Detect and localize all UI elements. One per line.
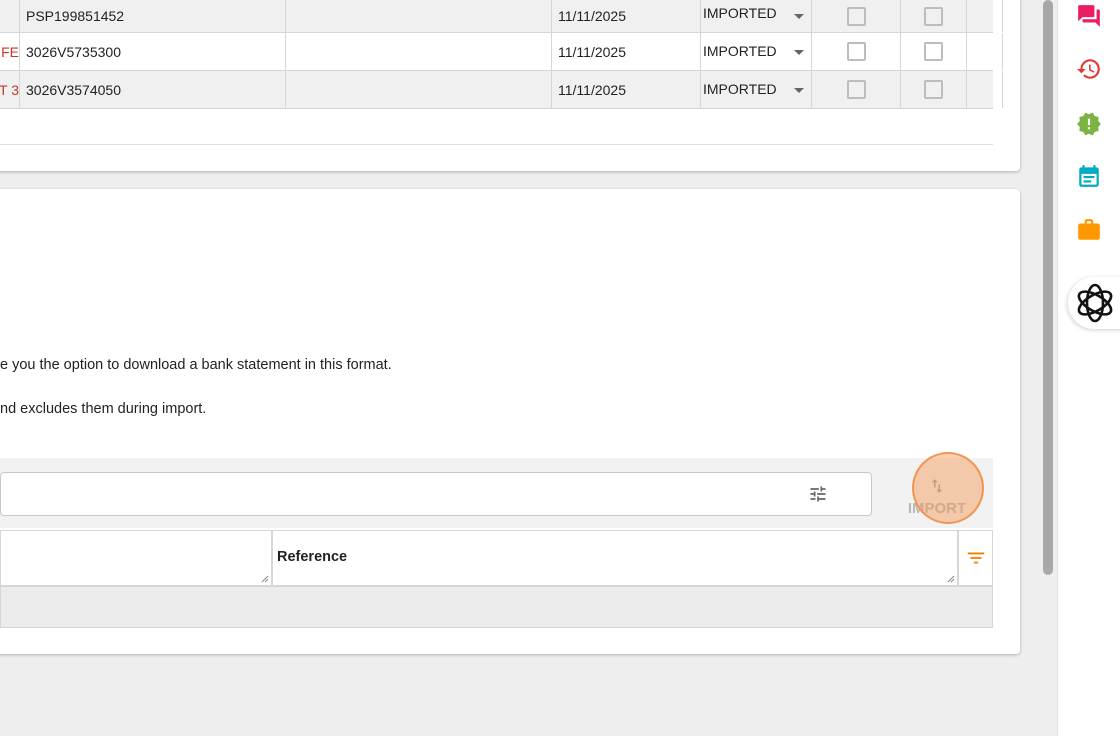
filter-field[interactable] bbox=[0, 530, 272, 586]
info-text: e you the option to download a bank stat… bbox=[0, 357, 392, 373]
row-status-select[interactable]: IMPORTED bbox=[701, 33, 812, 70]
row-status-value: IMPORTED bbox=[703, 5, 777, 21]
row-date: 11/11/2025 bbox=[552, 33, 701, 70]
import-button-label: IMPORT bbox=[907, 499, 967, 517]
import-card: e you the option to download a bank stat… bbox=[0, 189, 1020, 654]
import-button[interactable]: IMPORT bbox=[904, 466, 970, 526]
history-icon[interactable] bbox=[1076, 56, 1102, 82]
resize-handle-icon[interactable] bbox=[261, 575, 269, 583]
calendar-icon[interactable] bbox=[1076, 163, 1102, 189]
info-text: nd excludes them during import. bbox=[0, 401, 207, 417]
table-row bbox=[0, 586, 993, 628]
transactions-card: PSP199851452 11/11/2025 IMPORTED FE 3026… bbox=[0, 0, 1020, 171]
ai-assistant-icon bbox=[1077, 283, 1113, 323]
ai-assistant-button[interactable] bbox=[1068, 277, 1120, 329]
tune-icon[interactable] bbox=[807, 484, 829, 504]
caret-down-icon[interactable] bbox=[794, 49, 804, 55]
row-reference: 3026V5735300 bbox=[20, 33, 286, 70]
filter-row: Reference bbox=[0, 530, 993, 586]
resize-handle-icon[interactable] bbox=[947, 575, 955, 583]
table-row[interactable]: T 3 3026V3574050 11/11/2025 IMPORTED bbox=[0, 71, 1003, 109]
table-row[interactable]: PSP199851452 11/11/2025 IMPORTED bbox=[0, 0, 1003, 33]
alert-badge-icon[interactable] bbox=[1076, 111, 1102, 137]
row-date: 11/11/2025 bbox=[552, 71, 701, 108]
row-reference: 3026V3574050 bbox=[20, 71, 286, 108]
row-checkbox-2[interactable] bbox=[924, 80, 943, 99]
row-date: 11/11/2025 bbox=[552, 0, 701, 32]
row-description bbox=[286, 33, 552, 70]
row-checkbox-1[interactable] bbox=[846, 42, 866, 61]
table-row[interactable]: FE 3026V5735300 11/11/2025 IMPORTED bbox=[0, 33, 1003, 71]
row-checkbox-1[interactable] bbox=[846, 80, 866, 99]
import-toolbar: IMPORT bbox=[0, 452, 993, 528]
filter-button[interactable] bbox=[958, 530, 993, 586]
swap-vertical-icon bbox=[931, 478, 943, 493]
filter-list-icon bbox=[967, 552, 984, 564]
row-status-select[interactable]: IMPORTED bbox=[701, 71, 812, 108]
scrollbar-thumb[interactable] bbox=[1043, 0, 1053, 575]
caret-down-icon[interactable] bbox=[794, 14, 804, 19]
right-sidebar bbox=[1057, 0, 1120, 736]
row-reference: PSP199851452 bbox=[20, 0, 286, 32]
row-name bbox=[0, 0, 20, 32]
row-description bbox=[286, 0, 552, 32]
file-search-input[interactable] bbox=[0, 472, 872, 516]
row-name: T 3 bbox=[0, 71, 20, 108]
caret-down-icon[interactable] bbox=[794, 87, 804, 93]
row-checkbox-1[interactable] bbox=[846, 6, 866, 26]
row-checkbox-2[interactable] bbox=[924, 42, 943, 61]
row-description bbox=[286, 71, 552, 108]
reference-filter-field[interactable]: Reference bbox=[272, 530, 958, 586]
briefcase-icon[interactable] bbox=[1076, 217, 1102, 243]
row-status-value: IMPORTED bbox=[703, 81, 777, 97]
row-status-value: IMPORTED bbox=[703, 43, 777, 59]
row-status-select[interactable]: IMPORTED bbox=[701, 0, 812, 32]
row-checkbox-2[interactable] bbox=[924, 6, 943, 26]
reference-filter-label: Reference bbox=[277, 549, 348, 565]
divider bbox=[0, 144, 993, 145]
row-name: FE bbox=[0, 33, 20, 70]
chat-icon[interactable] bbox=[1076, 3, 1102, 29]
